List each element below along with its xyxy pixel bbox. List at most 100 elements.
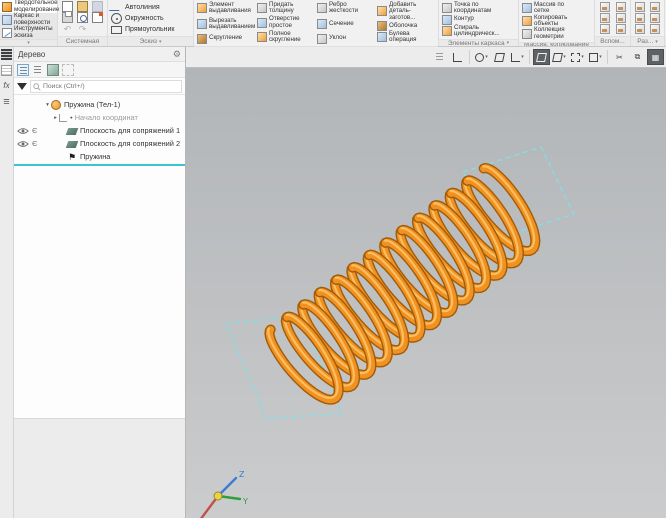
expand-caret-icon[interactable]: ▾ xyxy=(44,102,51,108)
aux-tool-icon[interactable] xyxy=(616,2,626,12)
dimension-tool-icon[interactable] xyxy=(635,13,645,23)
tree-flat-view-icon[interactable] xyxy=(32,64,44,76)
rectangle-button[interactable]: Прямоугольник xyxy=(111,24,190,34)
tree-relations-icon[interactable] xyxy=(47,64,59,76)
tree-row[interactable]: ▸ ●Начало координат xyxy=(14,111,185,124)
point-icon xyxy=(442,3,452,13)
divider xyxy=(607,50,608,64)
aux-tool-icon[interactable] xyxy=(600,2,610,12)
circle-button[interactable]: Окружность xyxy=(111,13,190,24)
snip-icon[interactable]: ✂ xyxy=(611,49,628,65)
tree-row[interactable]: ▾Пружина (Тел-1) xyxy=(14,98,185,111)
parameters-tab-icon[interactable] xyxy=(1,65,12,76)
aux-tool-icon[interactable] xyxy=(616,24,626,34)
dimension-tool-icon[interactable] xyxy=(650,24,660,34)
eye-icon[interactable] xyxy=(17,127,29,135)
geometry-collection-button[interactable]: Коллекция геометрии xyxy=(522,27,591,40)
cut-extrude-icon xyxy=(197,19,207,29)
aux-tool-icon[interactable] xyxy=(600,24,610,34)
mode-label: Инструменты эскиза xyxy=(14,26,55,39)
dimension-tool-icon[interactable] xyxy=(635,2,645,12)
system-group: ↶ ↷ Системная xyxy=(58,0,108,46)
rollback-bar[interactable] xyxy=(14,164,185,166)
body-elements-group: Элемент выдавливания Вырезать выдавливан… xyxy=(194,0,439,46)
eye-icon[interactable] xyxy=(17,140,29,148)
hidden-lines-dropdown[interactable]: ▾ xyxy=(569,49,586,65)
mode-sketch-tools[interactable]: Инструменты эскиза xyxy=(0,26,57,39)
section-icon xyxy=(317,19,327,29)
autoline-icon xyxy=(111,2,122,13)
redo-icon[interactable]: ↷ xyxy=(77,24,89,35)
grid-pattern-button[interactable]: Массив по сетке xyxy=(522,2,591,15)
dimension-tool-icon[interactable] xyxy=(635,24,645,34)
extrude-icon xyxy=(197,3,207,13)
search-icon xyxy=(33,83,41,91)
point-by-coords-button[interactable]: Точка по координатам xyxy=(442,2,515,15)
3d-viewport[interactable]: ZY xyxy=(186,68,666,518)
divider xyxy=(469,50,470,64)
print-icon[interactable] xyxy=(62,12,73,23)
exclude-icon[interactable]: Є xyxy=(32,126,37,135)
tree-row-gutter: Є xyxy=(14,126,40,135)
expand-caret-icon[interactable]: ▸ xyxy=(52,115,59,121)
copy-view-icon[interactable]: ⧉ xyxy=(629,49,646,65)
panel-menu-icon[interactable]: ≡ xyxy=(1,97,12,108)
shaded-display-button[interactable] xyxy=(533,49,550,65)
add-stock-part-button[interactable]: Добавить деталь-заготов... xyxy=(377,2,435,21)
tree-row-gutter: Є xyxy=(14,139,40,148)
plane-icon xyxy=(66,141,79,148)
preview-icon[interactable] xyxy=(77,12,88,23)
view-settings-button[interactable]: ▦ xyxy=(647,49,664,65)
toolbar-handle-icon[interactable] xyxy=(431,49,448,65)
gear-icon[interactable]: ⚙ xyxy=(173,49,181,60)
tree-structure-view-icon[interactable] xyxy=(17,64,29,76)
orientation-icon[interactable] xyxy=(491,49,508,65)
search-input[interactable] xyxy=(30,80,182,93)
tree-row[interactable]: ЄПлоскость для сопряжений 2 xyxy=(14,137,185,150)
full-round-icon xyxy=(257,32,267,42)
aux-tool-icon[interactable] xyxy=(616,13,626,23)
array-group-label: Массив, копирование xyxy=(519,42,594,46)
tree-tab-icon[interactable] xyxy=(1,49,12,60)
filter-icon[interactable] xyxy=(17,83,27,90)
grid-pattern-icon xyxy=(522,3,532,13)
zoom-dropdown[interactable]: ▾ xyxy=(473,49,490,65)
ribbon-toolbar: Твердотельное моделирование Каркас и пов… xyxy=(0,0,666,47)
dimension-tool-icon[interactable] xyxy=(650,13,660,23)
exclude-icon[interactable]: Є xyxy=(32,139,37,148)
tree-row[interactable]: ЄПлоскость для сопряжений 1 xyxy=(14,124,185,137)
cut-extrude-button[interactable]: Вырезать выдавливанием xyxy=(197,18,255,31)
extrude-button[interactable]: Элемент выдавливания xyxy=(197,2,255,15)
fillet-button[interactable]: Скругление xyxy=(197,34,255,44)
origin-bullet-icon: ● xyxy=(70,115,73,120)
aux-tool-icon[interactable] xyxy=(600,13,610,23)
normal-view-dropdown[interactable]: ▾ xyxy=(509,49,526,65)
geometry-collection-icon xyxy=(522,29,532,39)
tree-row[interactable]: ⚑Пружина xyxy=(14,150,185,163)
simple-hole-icon xyxy=(257,18,267,28)
dimension-tool-icon[interactable] xyxy=(650,2,660,12)
rib-button[interactable]: Ребро жесткости xyxy=(317,2,375,15)
full-round-button[interactable]: Полное скругление xyxy=(257,31,315,44)
cylindrical-spiral-button[interactable]: Спираль цилиндрическ... xyxy=(442,25,515,38)
tree-row-label: Начало координат xyxy=(75,113,138,122)
display-mode-dropdown[interactable]: ▾ xyxy=(551,49,568,65)
export-icon[interactable] xyxy=(92,12,103,23)
draft-button[interactable]: Уклон xyxy=(317,34,375,44)
boolean-button[interactable]: Булева операция xyxy=(377,31,435,44)
rib-icon xyxy=(317,3,327,13)
section-button[interactable]: Сечение xyxy=(317,19,375,29)
spring-model[interactable] xyxy=(268,166,535,400)
autoline-button[interactable]: Автолиния xyxy=(111,2,190,13)
isometry-icon[interactable] xyxy=(449,49,466,65)
section-view-dropdown[interactable]: ▾ xyxy=(587,49,604,65)
modes-group-footer: ▾ xyxy=(0,39,57,46)
simple-hole-button[interactable]: Отверстие простое xyxy=(257,16,315,29)
thicken-button[interactable]: Придать толщину xyxy=(257,2,315,15)
tree-selection-icon[interactable] xyxy=(62,64,74,76)
save-icon[interactable] xyxy=(92,1,103,12)
view-toolbar: ▾ ▾ ▾ ▾ ▾ ✂ ⧉ ▦ xyxy=(186,47,666,68)
open-document-icon[interactable] xyxy=(77,1,88,12)
variables-tab-icon[interactable]: fx xyxy=(1,81,12,92)
undo-icon[interactable]: ↶ xyxy=(62,24,74,35)
